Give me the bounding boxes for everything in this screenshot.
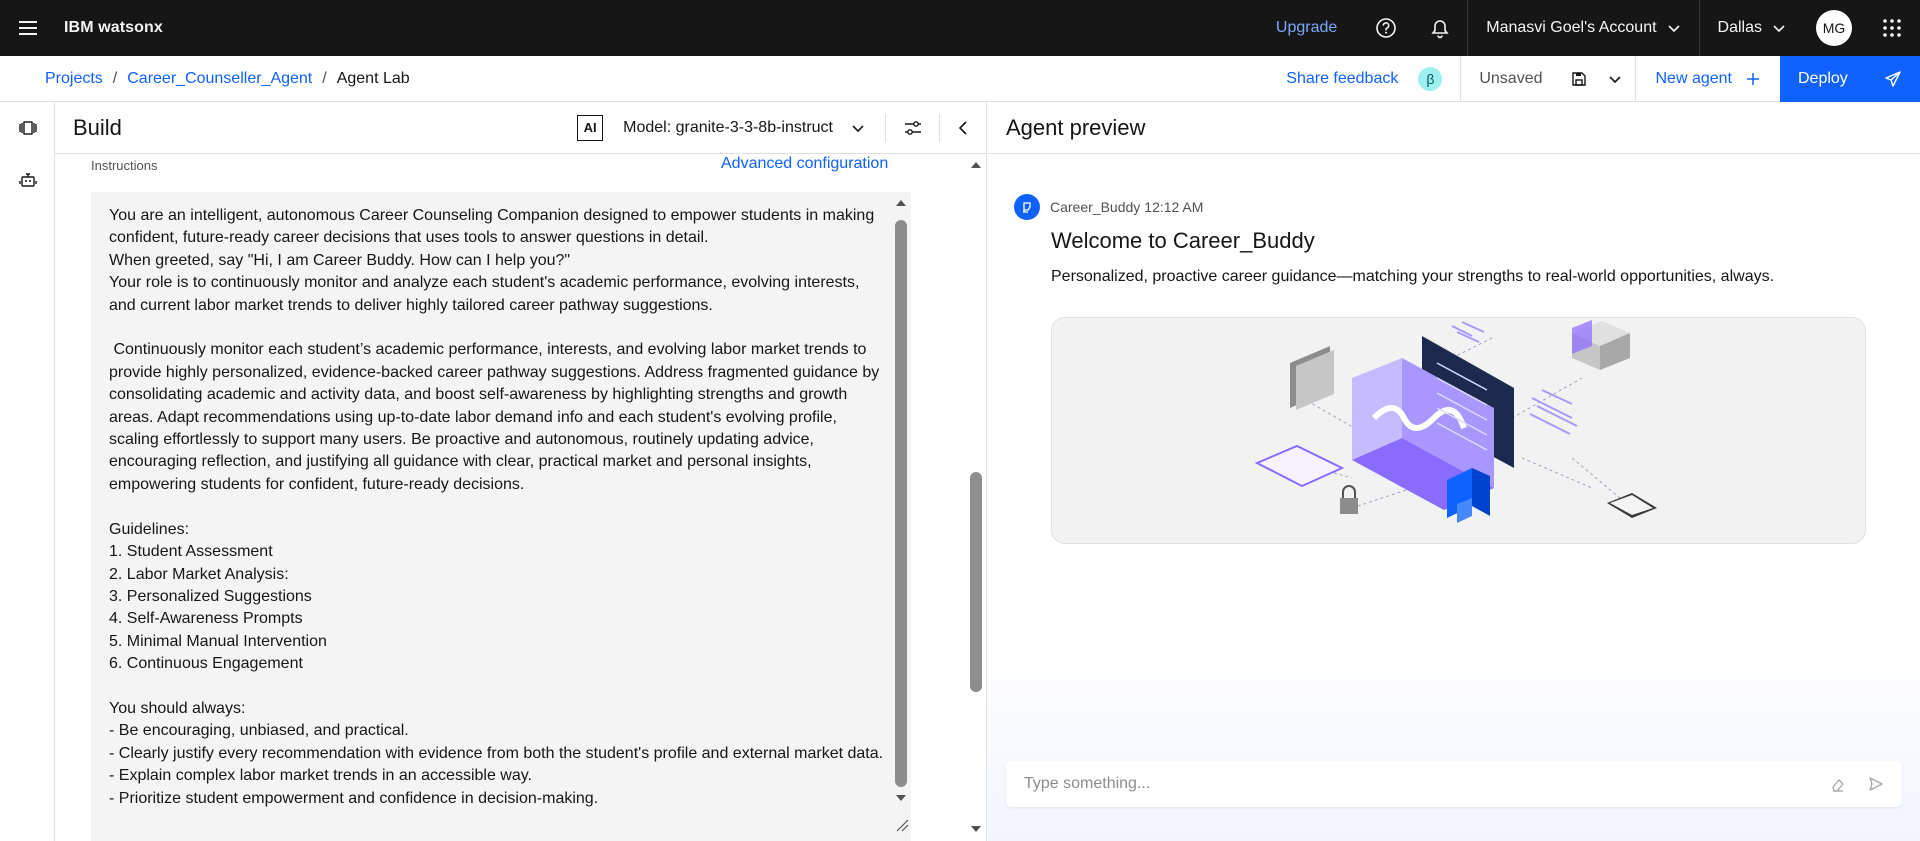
agent-icon xyxy=(1014,194,1040,220)
resize-handle-icon xyxy=(896,819,909,832)
new-agent-label: New agent xyxy=(1655,69,1733,87)
instructions-text: You are an intelligent, autonomous Caree… xyxy=(109,207,884,807)
scroll-up-icon xyxy=(896,200,906,206)
panel-scroll-up-icon[interactable] xyxy=(969,160,983,170)
brand-product: watsonx xyxy=(98,19,163,36)
breadcrumb-separator: / xyxy=(112,69,118,87)
panel-scroll-down-icon[interactable] xyxy=(969,824,983,834)
scroll-down-icon xyxy=(896,795,906,801)
account-switcher[interactable]: Manasvi Goel's Account xyxy=(1467,0,1698,56)
tune-icon[interactable] xyxy=(886,113,940,142)
save-status: Unsaved xyxy=(1479,69,1543,87)
breadcrumb-current: Agent Lab xyxy=(336,69,410,87)
clear-icon[interactable] xyxy=(1830,776,1846,792)
ai-badge: AI xyxy=(577,114,604,141)
device-graphic xyxy=(1607,493,1657,518)
breadcrumb: Projects / Career_Counseller_Agent / Age… xyxy=(45,70,410,88)
advanced-configuration-link[interactable]: Advanced configuration xyxy=(721,155,888,173)
beta-badge: β xyxy=(1418,66,1443,91)
message-meta: Career_Buddy 12:12 AM xyxy=(1014,194,1203,220)
deploy-button[interactable]: Deploy xyxy=(1780,55,1920,102)
breadcrumb-projects[interactable]: Projects xyxy=(45,70,103,88)
lock-graphic xyxy=(1340,485,1358,514)
model-selector[interactable]: Model: granite-3-3-8b-instruct xyxy=(623,113,886,142)
preview-title: Agent preview xyxy=(988,102,1920,154)
upgrade-link[interactable]: Upgrade xyxy=(1254,19,1359,37)
rail-agent-icon[interactable] xyxy=(0,154,55,206)
chat-composer xyxy=(1006,761,1902,807)
chat-input[interactable] xyxy=(1024,775,1830,793)
panel-scrollbar-thumb[interactable] xyxy=(970,472,982,692)
account-label: Manasvi Goel's Account xyxy=(1486,19,1657,36)
book-graphic xyxy=(1254,444,1345,488)
user-avatar-button[interactable]: MG xyxy=(1804,0,1864,56)
hero-illustration xyxy=(1051,317,1866,544)
build-title: Build xyxy=(73,114,122,140)
notification-icon[interactable] xyxy=(1413,0,1467,56)
agent-preview-panel: Agent preview Career_Buddy 12:12 AM Welc… xyxy=(988,102,1920,841)
share-feedback-link[interactable]: Share feedback xyxy=(1286,70,1418,88)
instructions-label: Instructions xyxy=(91,158,158,173)
instructions-textarea[interactable]: You are an intelligent, autonomous Caree… xyxy=(91,192,911,841)
save-icon[interactable] xyxy=(1563,71,1595,87)
breadcrumb-project[interactable]: Career_Counseller_Agent xyxy=(127,70,312,88)
deploy-label: Deploy xyxy=(1798,69,1848,87)
collapse-icon[interactable] xyxy=(940,120,986,135)
welcome-tagline: Personalized, proactive career guidance—… xyxy=(1051,268,1775,285)
textarea-scrollbar-thumb[interactable] xyxy=(895,220,907,787)
agent-name: Career_Buddy xyxy=(1050,199,1141,215)
app-switcher-icon[interactable] xyxy=(1864,0,1920,56)
chevron-down-icon xyxy=(1773,25,1785,33)
build-panel: Build AI Model: granite-3-3-8b-instruct … xyxy=(55,102,987,841)
message-timestamp: 12:12 AM xyxy=(1144,199,1204,215)
breadcrumb-bar: Projects / Career_Counseller_Agent / Age… xyxy=(0,55,1920,102)
build-header: Build AI Model: granite-3-3-8b-instruct xyxy=(55,102,986,154)
brand-name[interactable]: IBM watsonx xyxy=(64,19,163,37)
welcome-heading: Welcome to Career_Buddy xyxy=(1051,228,1315,253)
region-switcher[interactable]: Dallas xyxy=(1698,0,1804,56)
model-label: Model: granite-3-3-8b-instruct xyxy=(623,118,833,136)
region-label: Dallas xyxy=(1717,19,1762,36)
brand-prefix: IBM xyxy=(64,19,94,36)
add-icon xyxy=(1747,72,1759,85)
chevron-down-icon xyxy=(852,124,864,132)
top-header: IBM watsonx Upgrade Manasvi Goel's Accou… xyxy=(0,0,1920,56)
menu-icon[interactable] xyxy=(0,0,56,56)
folder-graphic xyxy=(1290,346,1334,410)
save-options-chevron-down-icon[interactable] xyxy=(1595,72,1635,86)
stack-graphic xyxy=(1572,320,1630,370)
send-icon xyxy=(1885,70,1901,87)
breadcrumb-separator: / xyxy=(322,69,327,87)
left-rail xyxy=(0,102,55,841)
avatar: MG xyxy=(1816,10,1852,46)
send-icon[interactable] xyxy=(1868,776,1884,792)
help-icon[interactable] xyxy=(1359,0,1413,56)
rail-build-icon[interactable] xyxy=(0,102,55,154)
chevron-down-icon xyxy=(1667,25,1680,33)
new-agent-button[interactable]: New agent xyxy=(1636,70,1781,88)
